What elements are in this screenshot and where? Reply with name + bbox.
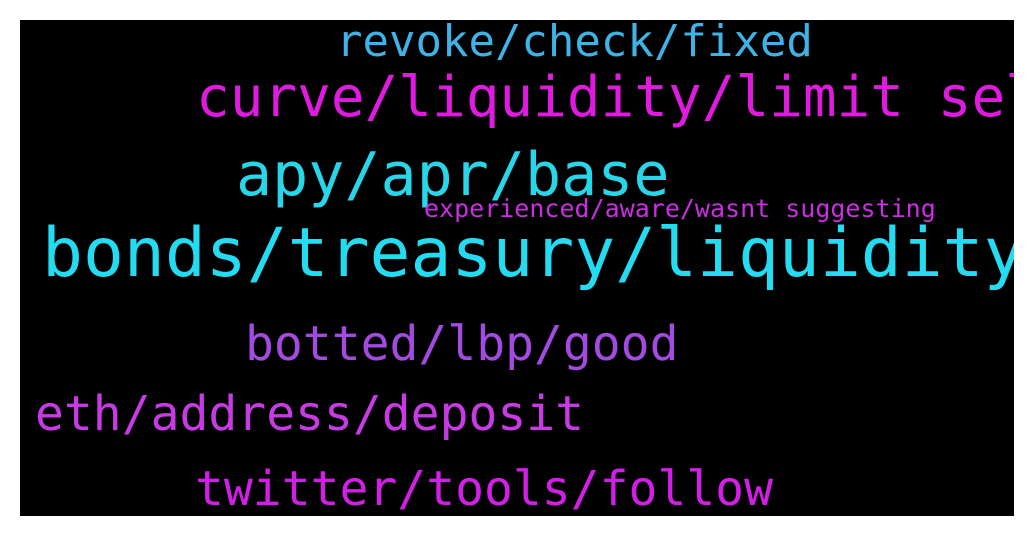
word-curve-liquidity-limit-sell: curve/liquidity/limit sell [196,65,1014,130]
word-eth-address-deposit: eth/address/deposit [35,386,585,442]
word-revoke-check-fixed: revoke/check/fixed [336,20,813,67]
word-bonds-treasury-liquidity: bonds/treasury/liquidity [42,214,1014,293]
word-botted-lbp-good: botted/lbp/good [245,316,679,372]
word-cloud-canvas: revoke/check/fixed curve/liquidity/limit… [20,20,1014,516]
word-twitter-tools-follow: twitter/tools/follow [195,461,773,516]
